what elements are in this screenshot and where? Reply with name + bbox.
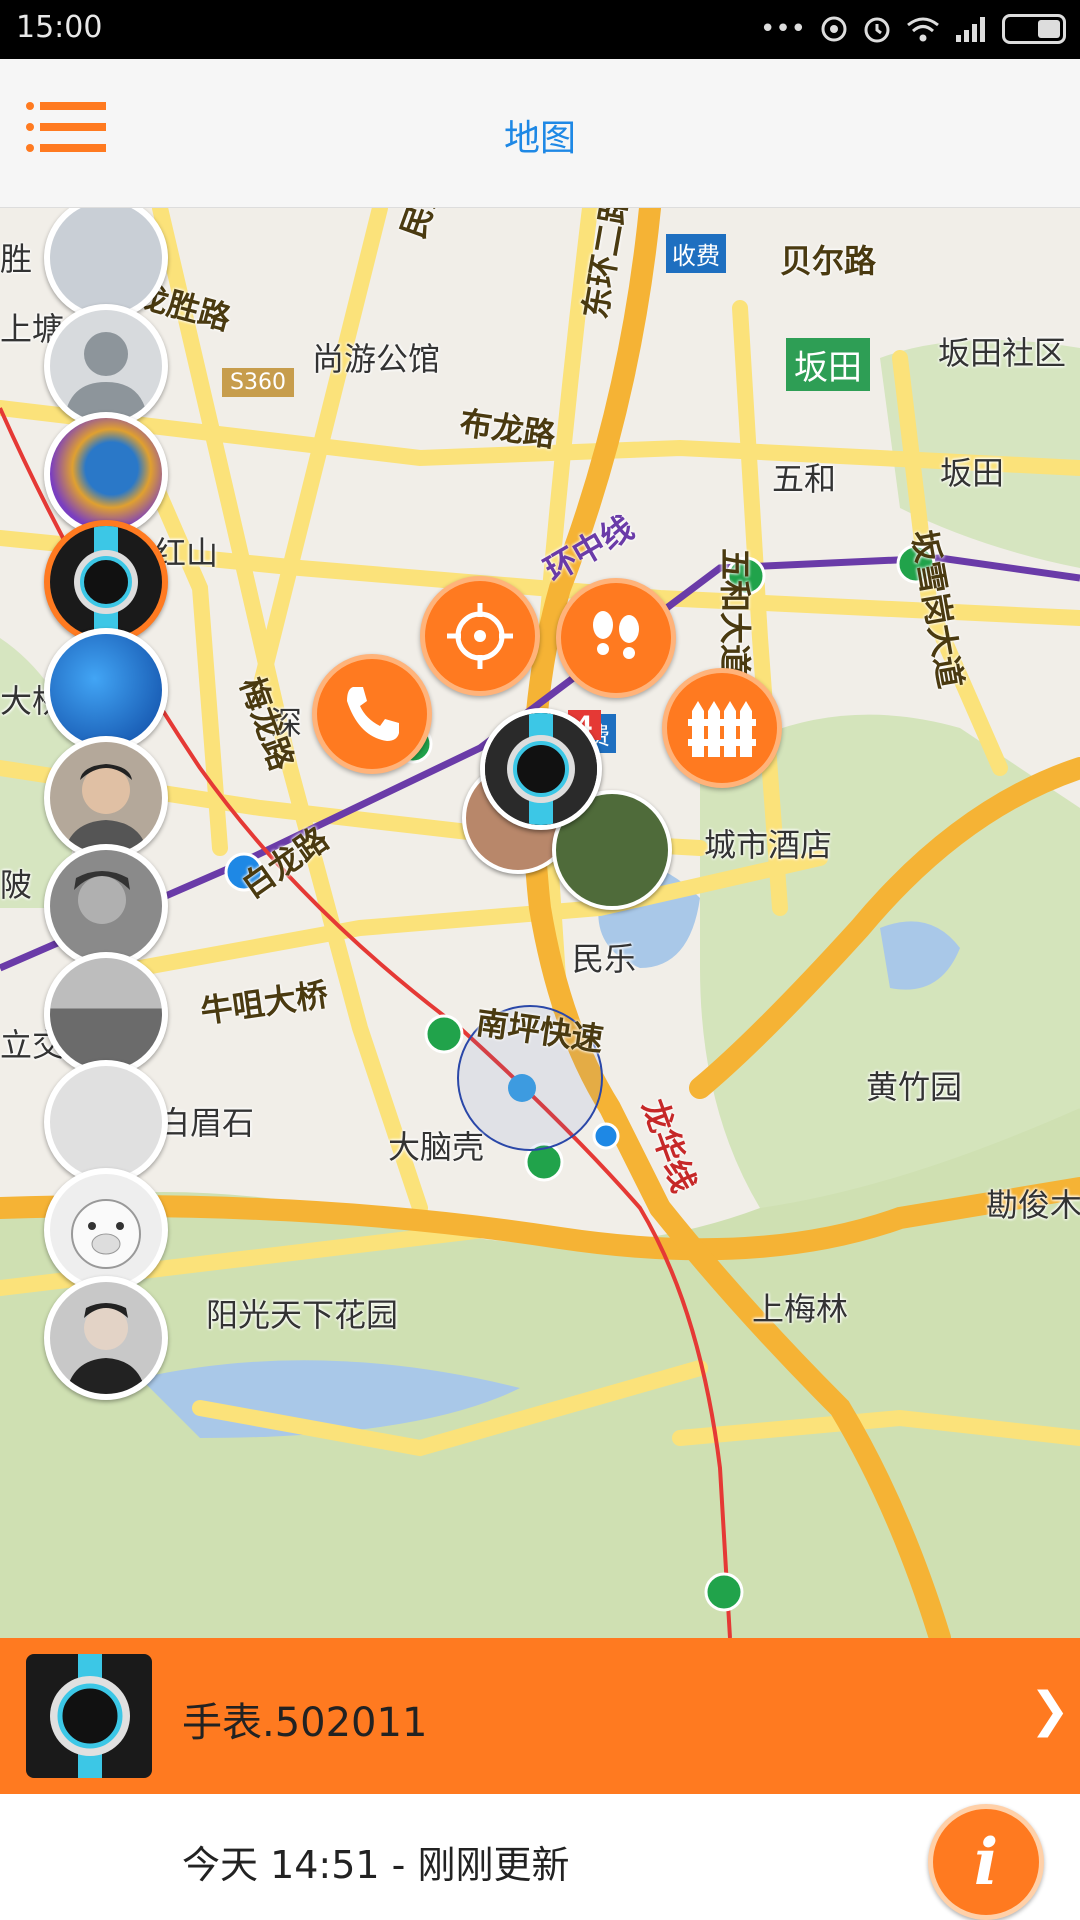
alarm-icon xyxy=(864,17,890,43)
avatar-colorful-pattern[interactable] xyxy=(44,412,168,536)
app-header: 地图 xyxy=(0,59,1080,208)
device-marker-watch[interactable] xyxy=(480,708,602,830)
road-label: S360 xyxy=(222,368,294,397)
map-label: 大脑壳 xyxy=(388,1128,485,1166)
map-label: 阳光天下花园 xyxy=(206,1296,399,1334)
call-button[interactable] xyxy=(312,654,432,774)
map-label: 城市酒店 xyxy=(704,826,833,864)
avatar-piggy-toy[interactable] xyxy=(44,1168,168,1292)
map-label: 坂田 xyxy=(940,454,1005,492)
map-view[interactable]: 胜 尚游公馆 坂田社区 上塘 五和 坂田 红山 深 城市酒店 民乐 黄竹园 白眉… xyxy=(0,208,1080,1638)
map-label: 勘俊木 xyxy=(986,1186,1080,1224)
more-dots-icon: ••• xyxy=(759,14,806,44)
crosshair-icon xyxy=(447,603,513,669)
footprints-icon xyxy=(593,611,639,659)
signal-icon xyxy=(956,17,985,42)
road-label: 贝尔路 xyxy=(780,242,877,280)
fence-icon xyxy=(688,701,756,757)
avatar-railway[interactable] xyxy=(44,952,168,1076)
map-label: 五和 xyxy=(772,460,837,498)
last-update-text: 今天 14:51 - 刚刚更新 xyxy=(182,1843,570,1887)
chevron-right-icon[interactable]: ❯ xyxy=(1030,1682,1070,1738)
page-title: 地图 xyxy=(503,118,576,159)
phone-icon xyxy=(347,687,399,741)
map-label: 黄竹园 xyxy=(866,1068,963,1106)
wifi-icon xyxy=(907,17,939,42)
map-label: 民乐 xyxy=(572,940,637,978)
avatar-man-face[interactable] xyxy=(44,736,168,860)
status-icons: ••• xyxy=(760,8,1066,50)
map-label: 尚游公馆 xyxy=(312,340,441,378)
update-footer: 今天 14:51 - 刚刚更新 i xyxy=(0,1794,1080,1920)
device-name: 手表.502011 xyxy=(182,1700,428,1746)
map-label: 坂田社区 xyxy=(938,334,1067,372)
footprints-button[interactable] xyxy=(556,578,676,698)
status-bar: 15:00 ••• xyxy=(0,0,1080,59)
map-label: 坂田 xyxy=(786,338,870,391)
map-label: 收费 xyxy=(666,234,726,273)
map-label: 胜 xyxy=(0,240,33,278)
hotspot-icon xyxy=(821,16,847,42)
device-bar[interactable]: 手表.502011 ❯ xyxy=(0,1638,1080,1794)
road-label: 五和大道 xyxy=(716,548,754,677)
map-label: 上梅林 xyxy=(752,1290,849,1328)
avatar-blue-water[interactable] xyxy=(44,628,168,752)
battery-icon xyxy=(1002,14,1066,44)
locate-button[interactable] xyxy=(420,576,540,696)
avatar-gray-face[interactable] xyxy=(44,844,168,968)
map-label: 白眉石 xyxy=(158,1104,255,1142)
avatar-man-portrait[interactable] xyxy=(44,1276,168,1400)
status-time: 15:00 xyxy=(16,10,103,45)
info-icon: i xyxy=(973,1824,999,1900)
avatar-default-person[interactable] xyxy=(44,304,168,428)
info-button[interactable]: i xyxy=(928,1804,1044,1920)
fence-button[interactable] xyxy=(662,668,782,788)
avatar-watch[interactable] xyxy=(44,520,168,644)
device-thumbnail xyxy=(26,1654,152,1778)
avatar-sketch[interactable] xyxy=(44,1060,168,1184)
map-label: 陂 xyxy=(0,866,33,904)
